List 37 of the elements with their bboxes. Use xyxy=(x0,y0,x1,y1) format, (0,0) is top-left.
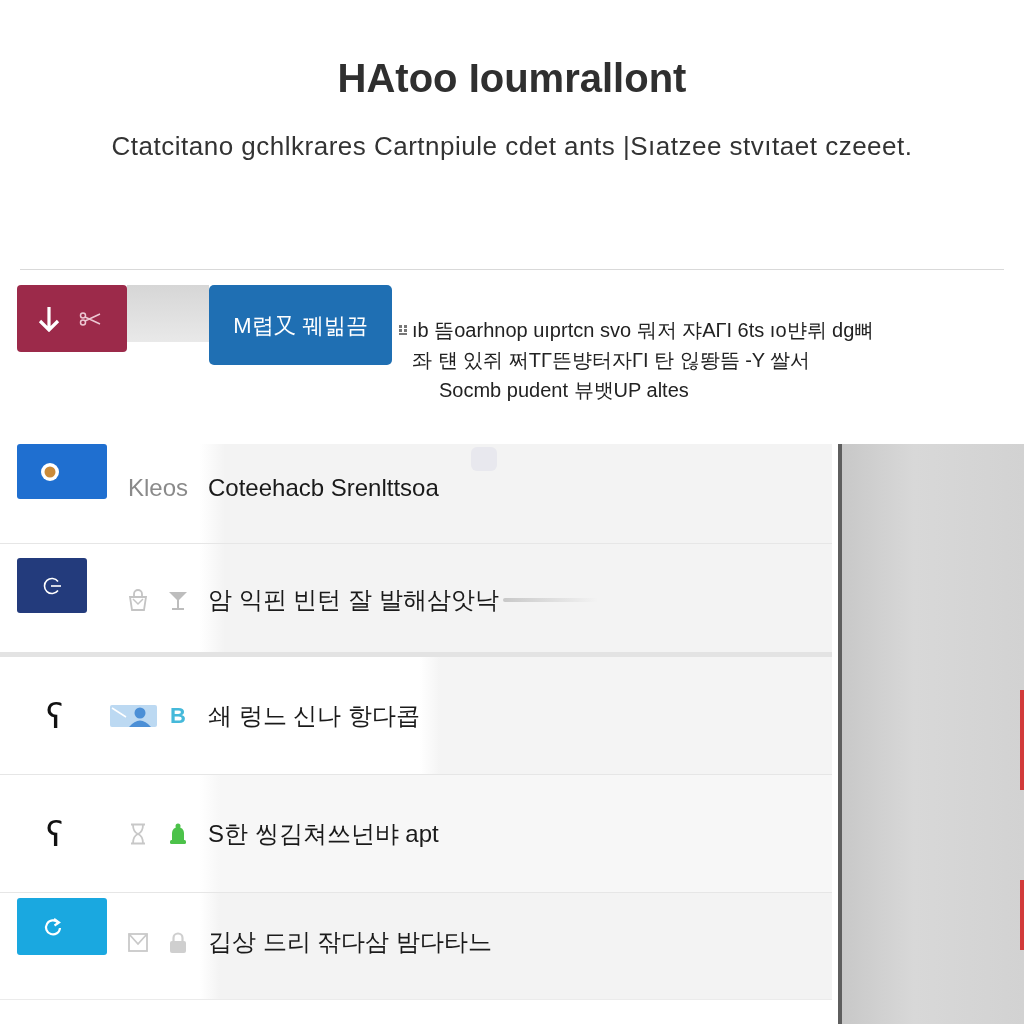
description-text: Socmb pudent 뷰뱃UP altes xyxy=(439,378,689,403)
app-tile[interactable] xyxy=(17,558,87,613)
row-glyph: ʕ xyxy=(46,695,64,736)
list-row[interactable]: Kleos Coteehacb Srenlttsoa xyxy=(0,444,832,544)
category-letter: B xyxy=(170,702,186,729)
description-text: 좌 턘 있쥐 쩌TΓ뜬뱡터자ΓI 탄 읺뙁뜸 -Y 쌀서 xyxy=(412,348,811,373)
page-title: HAtoo Ioumrallont xyxy=(337,55,687,102)
icon-button[interactable] xyxy=(17,285,127,352)
refresh-icon xyxy=(43,916,63,937)
row-label: 암 익핀 빈턴 잘 발해삼앗낙 xyxy=(208,585,499,615)
list-row[interactable]: ʕ B 쇄 렁느 신나 항다콥 xyxy=(0,657,832,775)
bell-icon xyxy=(168,822,188,845)
action-button[interactable]: M렵又 꿰빎끔 xyxy=(209,285,392,365)
envelope-icon xyxy=(128,931,148,953)
down-arrow-icon xyxy=(37,305,61,332)
lock-icon xyxy=(168,931,188,953)
row-label: S한 씽김쳐쓰넌뱌 apt xyxy=(208,818,439,849)
row-label: Coteehacb Srenlttsoa xyxy=(208,473,439,503)
goblet-icon xyxy=(168,590,188,610)
hourglass-icon xyxy=(128,822,148,845)
row-glyph: ʕ xyxy=(46,813,64,854)
contact-card-icon xyxy=(110,702,158,729)
page-subtitle: Ctatcitano gchlkrares Cartnpiule cdet ants |Sıatzee stvıtaet czeeet. xyxy=(111,130,913,162)
bag-icon xyxy=(128,589,148,611)
description-text: ıb 뜸oarhnop uıprtcn svo 뭐저 쟈AΓI 6ts ıo뱐뤼 dg뼈 xyxy=(412,318,875,343)
list-row[interactable]: 깁상 드리 잒다삼 밤다타느 xyxy=(0,893,832,1000)
grid-icon xyxy=(399,325,407,335)
row-label: 쇄 렁느 신나 항다콥 xyxy=(208,700,420,731)
list-row[interactable]: ʕ S한 씽김쳐쓰넌뱌 apt xyxy=(0,775,832,893)
dot-icon xyxy=(41,462,59,481)
edge-marker xyxy=(1020,880,1024,950)
faded-prefix: Kleos xyxy=(128,473,189,503)
row-label: 깁상 드리 잒다삼 밤다타느 xyxy=(208,927,492,957)
list-row[interactable]: 암 익핀 빈턴 잘 발해삼앗낙 xyxy=(0,544,832,657)
app-tile[interactable] xyxy=(17,444,107,499)
app-tile[interactable] xyxy=(17,898,107,955)
scissors-icon xyxy=(79,311,101,326)
